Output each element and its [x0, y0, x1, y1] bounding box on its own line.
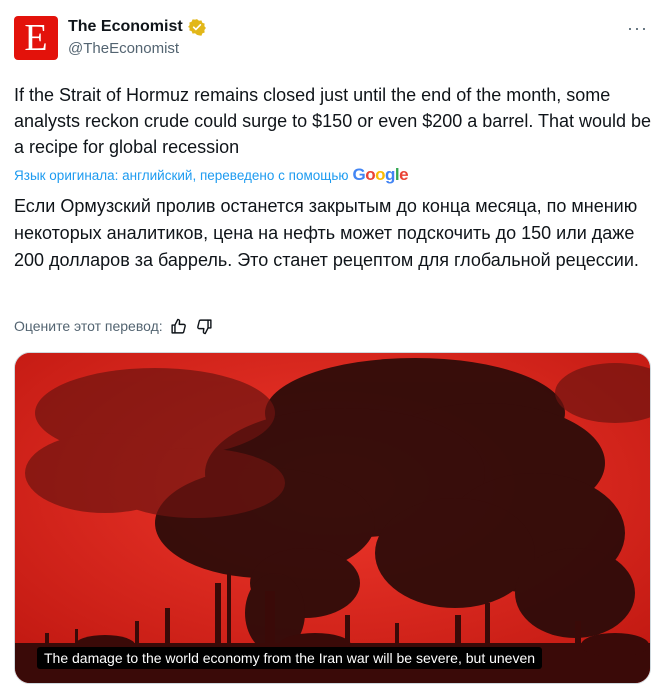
tweet-header: E The Economist @TheEconomist ···: [14, 16, 652, 66]
translation-note: Язык оригинала: английский, переведено с…: [14, 165, 409, 185]
tweet-image[interactable]: The damage to the world economy from the…: [14, 352, 651, 684]
rate-translation: Оцените этот перевод:: [14, 316, 215, 336]
translation-note-text: Язык оригинала: английский, переведено с…: [14, 167, 349, 183]
avatar-letter: E: [24, 17, 48, 59]
author-name-row: The Economist: [68, 18, 206, 36]
tweet-text-translated: Если Ормузский пролив останется закрытым…: [14, 196, 639, 270]
author-name[interactable]: The Economist: [68, 18, 183, 36]
verified-badge-icon: [187, 18, 206, 36]
author-block: The Economist @TheEconomist: [68, 18, 206, 57]
image-caption: The damage to the world economy from the…: [37, 647, 543, 669]
tweet-text-original: If the Strait of Hormuz remains closed j…: [14, 85, 652, 157]
rate-translation-label: Оцените этот перевод:: [14, 318, 163, 334]
google-logo: Google: [352, 165, 409, 184]
author-handle[interactable]: @TheEconomist: [68, 40, 206, 57]
avatar[interactable]: E: [14, 16, 58, 60]
thumbs-down-icon[interactable]: [195, 316, 215, 336]
thumbs-up-icon[interactable]: [169, 316, 189, 336]
refinery-smoke-image: [15, 353, 650, 683]
more-icon[interactable]: ···: [627, 18, 648, 39]
